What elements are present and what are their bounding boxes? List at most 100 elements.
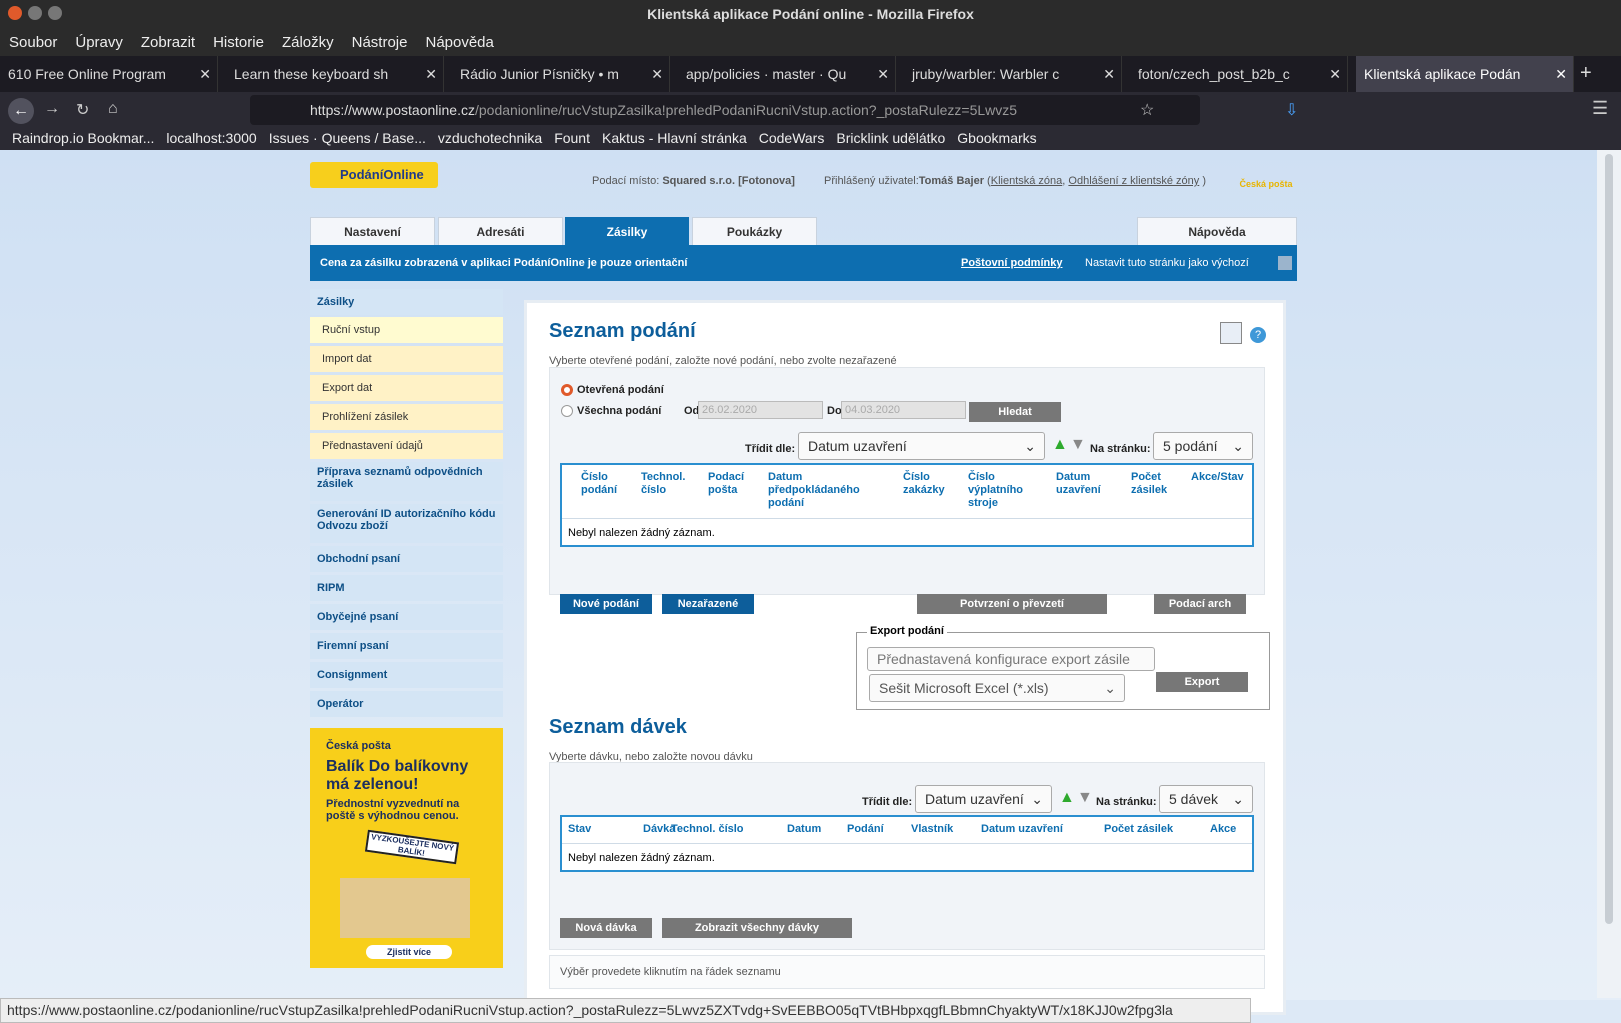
col-technol-cislo[interactable]: Technol. číslo (641, 465, 696, 497)
sidebar-item-import-dat[interactable]: Import dat (310, 346, 503, 372)
ad-banner[interactable]: Česká pošta Balík Do balíkovny má zeleno… (310, 728, 503, 968)
close-tab-icon[interactable]: ✕ (425, 56, 437, 92)
menu-nastroje[interactable]: Nástroje (343, 28, 417, 51)
maximize-window-button[interactable] (48, 6, 62, 20)
col-datum-predpokladaneho[interactable]: Datum předpokládaného podání (768, 465, 888, 510)
close-window-button[interactable] (8, 6, 22, 20)
nove-podani-button[interactable]: Nové podání (560, 594, 652, 614)
close-tab-icon[interactable]: ✕ (877, 56, 889, 92)
bookmark-item[interactable]: Fount (554, 130, 590, 146)
sidebar-item-obycejne-psani[interactable]: Obyčejné psaní (310, 604, 503, 630)
col-podaci-posta[interactable]: Podací pošta (708, 465, 758, 497)
sidebar-item-obchodni-psani[interactable]: Obchodní psaní (310, 546, 503, 572)
col-stav[interactable]: Stav (568, 817, 591, 836)
bookmark-item[interactable]: Bricklink udělátko (836, 130, 945, 146)
podaci-arch-button[interactable]: Podací arch (1154, 594, 1246, 614)
bookmark-item[interactable]: Kaktus - Hlavní stránka (602, 130, 747, 146)
browser-tab[interactable]: jruby/warbler: Warbler c ✕ (904, 56, 1122, 92)
davky-per-page-select[interactable]: 5 dávek ⌄ (1159, 785, 1253, 813)
bookmark-item[interactable]: localhost:3000 (166, 130, 256, 146)
sidebar-item-firemni-psani[interactable]: Firemní psaní (310, 633, 503, 659)
nova-davka-button[interactable]: Nová dávka (560, 918, 652, 938)
browser-tab[interactable]: foton/czech_post_b2b_c ✕ (1130, 56, 1348, 92)
bookmark-item[interactable]: Issues · Queens / Base... (269, 130, 426, 146)
print-icon[interactable] (1220, 322, 1242, 344)
browser-tab[interactable]: Learn these keyboard sh ✕ (226, 56, 444, 92)
forward-icon[interactable]: → (44, 100, 60, 118)
close-tab-icon[interactable]: ✕ (651, 56, 663, 92)
menu-napoveda[interactable]: Nápověda (416, 28, 502, 51)
tab-napoveda[interactable]: Nápověda (1137, 217, 1297, 245)
bookmark-item[interactable]: CodeWars (759, 130, 825, 146)
sidebar-item-prohlizeni[interactable]: Prohlížení zásilek (310, 404, 503, 430)
browser-tab-active[interactable]: Klientská aplikace Podán ✕ (1356, 56, 1574, 92)
radio-otevrena[interactable] (561, 384, 573, 396)
zobrazit-vsechny-davky-button[interactable]: Zobrazit všechny dávky (662, 918, 852, 938)
export-button[interactable]: Export (1156, 672, 1248, 692)
radio-vsechna[interactable] (561, 405, 573, 417)
close-tab-icon[interactable]: ✕ (1555, 56, 1567, 92)
col-datum-uzavreni[interactable]: Datum uzavření (981, 817, 1063, 836)
close-tab-icon[interactable]: ✕ (1103, 56, 1115, 92)
reload-icon[interactable]: ↻ (76, 100, 89, 120)
logout-link[interactable]: Odhlášení z klientské zóny (1068, 175, 1199, 187)
scrollbar-thumb[interactable] (1605, 154, 1613, 924)
browser-tab[interactable]: app/policies · master · Qu ✕ (678, 56, 896, 92)
bookmark-star-icon[interactable]: ☆ (1140, 100, 1154, 120)
podani-online-logo[interactable]: PodáníOnline (310, 162, 438, 188)
close-tab-icon[interactable]: ✕ (1329, 56, 1341, 92)
sidebar-item-prednastaveni[interactable]: Přednastavení údajů (310, 433, 503, 459)
minimize-window-button[interactable] (28, 6, 42, 20)
klientska-zona-link[interactable]: Klientská zóna (991, 175, 1063, 187)
col-datum[interactable]: Datum (787, 817, 821, 836)
col-cislo-zakazky[interactable]: Číslo zakázky (903, 465, 958, 497)
sidebar-item-generovani[interactable]: Generování ID autorizačního kódu Odvozu … (310, 504, 503, 543)
col-podani[interactable]: Podání (847, 817, 884, 836)
nezarazene-button[interactable]: Nezařazené (662, 594, 754, 614)
new-tab-icon[interactable]: + (1580, 62, 1592, 85)
menu-zalozky[interactable]: Záložky (273, 28, 343, 51)
menu-soubor[interactable]: Soubor (0, 28, 66, 51)
col-pocet-zasilek[interactable]: Počet zásilek (1131, 465, 1181, 497)
bookmark-item[interactable]: Raindrop.io Bookmar... (12, 130, 154, 146)
sidebar-item-operator[interactable]: Operátor (310, 691, 503, 717)
browser-tab[interactable]: Rádio Junior Písničky • m ✕ (452, 56, 670, 92)
url-bar[interactable]: https://www.postaonline.cz/podanionline/… (250, 95, 1200, 125)
hledat-button[interactable]: Hledat (969, 402, 1061, 422)
sort-select[interactable]: Datum uzavření ⌄ (798, 432, 1045, 460)
col-cislo-vyplatniho[interactable]: Číslo výplatního stroje (968, 465, 1038, 510)
tab-zasilky[interactable]: Zásilky (565, 217, 689, 245)
tab-nastaveni[interactable]: Nastavení (310, 217, 435, 245)
sidebar-head-zasilky[interactable]: Zásilky (310, 289, 503, 315)
davky-sort-select[interactable]: Datum uzavření ⌄ (915, 785, 1052, 813)
postovni-podminky-link[interactable]: Poštovní podmínky (961, 245, 1062, 281)
menu-zobrazit[interactable]: Zobrazit (132, 28, 204, 51)
col-cislo-podani[interactable]: Číslo podání (581, 465, 631, 497)
home-icon[interactable]: ⌂ (108, 100, 118, 118)
ad-button[interactable]: Zjistit více (366, 945, 452, 959)
davky-sort-desc-icon[interactable]: ▼ (1077, 789, 1093, 807)
date-from-input[interactable]: 26.02.2020 (698, 401, 823, 419)
col-akce-stav[interactable]: Akce/Stav (1191, 465, 1251, 484)
set-default-checkbox[interactable] (1278, 256, 1292, 270)
sidebar-item-priprava[interactable]: Příprava seznamů odpovědních zásilek (310, 462, 503, 501)
tab-adresati[interactable]: Adresáti (438, 217, 563, 245)
sidebar-item-export-dat[interactable]: Export dat (310, 375, 503, 401)
help-icon[interactable]: ? (1250, 327, 1266, 343)
bookmark-item[interactable]: Gbookmarks (957, 130, 1036, 146)
sort-asc-arrow-icon[interactable]: ▲ (1052, 436, 1068, 454)
close-tab-icon[interactable]: ✕ (199, 56, 211, 92)
sidebar-item-rucni-vstup[interactable]: Ruční vstup (310, 317, 503, 343)
tab-poukazky[interactable]: Poukázky (692, 217, 817, 245)
col-pocet-zasilek[interactable]: Počet zásilek (1104, 817, 1173, 836)
sidebar-item-consignment[interactable]: Consignment (310, 662, 503, 688)
browser-tab[interactable]: 610 Free Online Program ✕ (0, 56, 218, 92)
col-vlastnik[interactable]: Vlastník (911, 817, 953, 836)
sidebar-item-ripm[interactable]: RIPM (310, 575, 503, 601)
menu-historie[interactable]: Historie (204, 28, 273, 51)
hamburger-menu-icon[interactable]: ☰ (1592, 98, 1608, 119)
davky-sort-asc-icon[interactable]: ▲ (1059, 789, 1075, 807)
per-page-select[interactable]: 5 podání ⌄ (1153, 432, 1253, 460)
export-config-select[interactable]: Přednastavená konfigurace export zásile (867, 647, 1155, 671)
bookmark-item[interactable]: vzduchotechnika (438, 130, 542, 146)
